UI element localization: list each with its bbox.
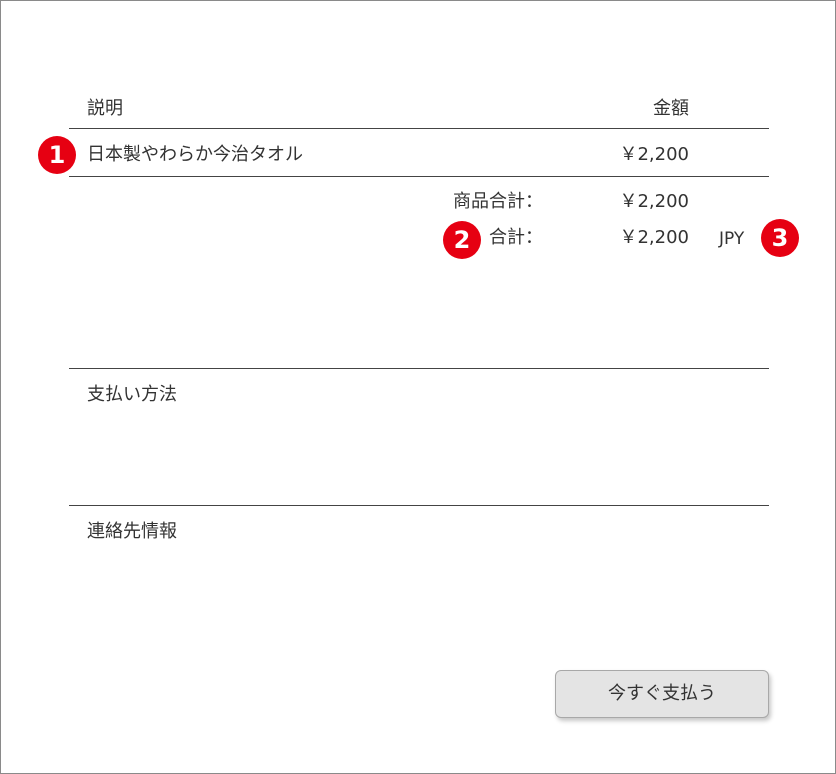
payment-section-divider (69, 368, 769, 369)
column-header-description: 説明 (87, 98, 123, 119)
total-label: 合計： (489, 227, 543, 248)
checkout-panel: 説明 金額 1 日本製やわらか今治タオル ￥2,200 商品合計： ￥2,200… (0, 0, 836, 774)
subtotal-value: ￥2,200 (619, 191, 689, 212)
total-value: ￥2,200 (619, 227, 689, 248)
annotation-badge-2: 2 (443, 221, 481, 259)
item-name: 日本製やわらか今治タオル (87, 144, 303, 165)
pay-now-button[interactable]: 今すぐ支払う (555, 670, 769, 718)
header-divider (69, 128, 769, 129)
contact-info-heading: 連絡先情報 (87, 521, 177, 542)
contact-section-divider (69, 505, 769, 506)
item-amount: ￥2,200 (619, 144, 689, 165)
currency-code: JPY (719, 229, 745, 249)
payment-method-heading: 支払い方法 (87, 384, 177, 405)
annotation-badge-1: 1 (38, 136, 76, 174)
item-divider (69, 176, 769, 177)
annotation-badge-3: 3 (761, 219, 799, 257)
subtotal-label: 商品合計： (453, 191, 543, 212)
column-header-amount: 金額 (653, 98, 689, 119)
